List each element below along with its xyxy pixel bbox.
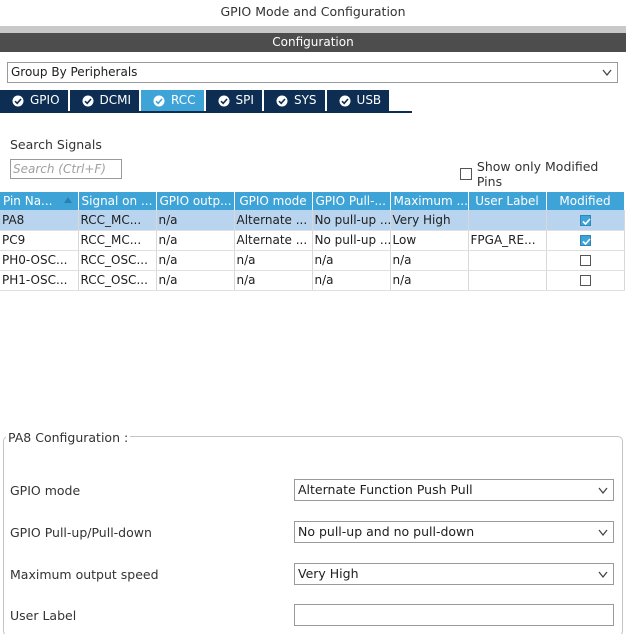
chevron-down-icon (598, 487, 608, 495)
cell-signal: RCC_OSC... (78, 270, 157, 291)
tab-rcc[interactable]: RCC (141, 90, 204, 111)
tab-label: RCC (171, 93, 196, 107)
tab-usb[interactable]: USB (326, 90, 390, 111)
max-speed-value: Very High (298, 566, 359, 581)
max-speed-select[interactable]: Very High (294, 563, 614, 585)
cell-pin-name: PH1-OSC... (0, 270, 79, 291)
cell-gpio-pull: n/a (312, 270, 391, 291)
gpio-pull-label: GPIO Pull-up/Pull-down (10, 525, 152, 540)
cell-signal: RCC_OSC... (78, 250, 157, 271)
title-divider (0, 26, 626, 33)
gpio-pull-select[interactable]: No pull-up and no pull-down (294, 521, 614, 543)
sort-ascending-icon (63, 197, 72, 203)
tab-sys[interactable]: SYS (263, 90, 325, 111)
cell-modified (546, 230, 625, 251)
cell-user-label (468, 210, 547, 231)
cell-modified (546, 270, 625, 291)
checkmark-icon (581, 238, 591, 246)
group-by-select[interactable]: Group By Peripherals (7, 62, 618, 83)
gpio-pull-value: No pull-up and no pull-down (298, 524, 475, 539)
check-circle-icon (276, 95, 288, 106)
tab-label: GPIO (30, 93, 60, 107)
tab-label: SYS (293, 93, 317, 107)
user-label-input[interactable] (294, 604, 614, 626)
cell-gpio-mode: n/a (234, 250, 313, 271)
cell-max-speed: n/a (390, 250, 469, 271)
pin-configuration-title: PA8 Configuration : (6, 430, 131, 445)
search-input[interactable] (10, 159, 122, 179)
tab-gpio[interactable]: GPIO (0, 90, 68, 111)
cell-pin-name: PC9 (0, 230, 79, 251)
tab-label: DCMI (99, 93, 132, 107)
gpio-mode-select[interactable]: Alternate Function Push Pull (294, 479, 614, 501)
chevron-down-icon (598, 529, 608, 537)
check-circle-icon (218, 95, 230, 106)
user-label-label: User Label (10, 608, 77, 623)
cell-gpio-mode: Alternate ... (234, 230, 313, 251)
peripheral-tabs: GPIO DCMI RCC SPI SYS USB (0, 90, 391, 111)
cell-gpio-output: n/a (156, 250, 235, 271)
cell-max-speed: Low (390, 230, 469, 251)
modified-checkbox[interactable] (579, 275, 591, 286)
column-header-gpio-output[interactable]: GPIO outp... (156, 192, 235, 210)
max-speed-label: Maximum output speed (10, 567, 159, 582)
cell-gpio-mode: Alternate ... (234, 210, 313, 231)
cell-gpio-pull: No pull-up ... (312, 230, 391, 251)
cell-user-label: FPGA_RE... (468, 230, 547, 251)
column-header-modified[interactable]: Modified (546, 192, 625, 210)
cell-pin-name: PH0-OSC... (0, 250, 79, 271)
table-row[interactable]: PC9 RCC_MC... n/a Alternate ... No pull-… (0, 230, 625, 251)
show-modified-checkbox[interactable] (460, 168, 472, 180)
chevron-down-icon (602, 69, 612, 77)
cell-modified (546, 210, 625, 231)
tab-label: USB (356, 93, 382, 107)
cell-gpio-pull: No pull-up ... (312, 210, 391, 231)
cell-user-label (468, 270, 547, 291)
table-header-row: Pin Na... Signal on ... GPIO outp... GPI… (0, 192, 625, 210)
column-header-max-speed[interactable]: Maximum ... (390, 192, 469, 210)
search-signals-label: Search Signals (10, 137, 102, 152)
cell-max-speed: n/a (390, 270, 469, 291)
gpio-mode-label: GPIO mode (10, 483, 81, 498)
gpio-mode-value: Alternate Function Push Pull (298, 482, 473, 497)
check-circle-icon (82, 95, 94, 106)
tab-label: SPI (235, 93, 254, 107)
column-header-signal[interactable]: Signal on ... (78, 192, 157, 210)
tab-underline (0, 111, 412, 113)
cell-gpio-output: n/a (156, 270, 235, 291)
show-modified-label: Show only Modified Pins (476, 159, 599, 189)
cell-gpio-output: n/a (156, 210, 235, 231)
cell-pin-name: PA8 (0, 210, 79, 231)
cell-gpio-output: n/a (156, 230, 235, 251)
cell-signal: RCC_MC... (78, 210, 157, 231)
group-by-value: Group By Peripherals (11, 65, 138, 79)
signals-table: Pin Na... Signal on ... GPIO outp... GPI… (0, 192, 625, 291)
modified-checkbox[interactable] (579, 255, 591, 266)
table-row[interactable]: PH1-OSC... RCC_OSC... n/a n/a n/a n/a (0, 270, 625, 291)
cell-user-label (468, 250, 547, 271)
cell-gpio-pull: n/a (312, 250, 391, 271)
tab-dcmi[interactable]: DCMI (69, 90, 140, 111)
check-circle-icon (153, 95, 165, 106)
column-header-gpio-pull[interactable]: GPIO Pull-... (312, 192, 391, 210)
column-header-user-label[interactable]: User Label (468, 192, 547, 210)
check-circle-icon (12, 95, 24, 106)
chevron-down-icon (598, 571, 608, 579)
show-modified-toggle[interactable]: Show only Modified Pins (460, 159, 626, 189)
column-header-pin-name[interactable]: Pin Na... (0, 192, 79, 210)
check-circle-icon (339, 95, 351, 106)
cell-signal: RCC_MC... (78, 230, 157, 251)
cell-modified (546, 250, 625, 271)
cell-gpio-mode: n/a (234, 270, 313, 291)
configuration-header: Configuration (0, 33, 626, 52)
tab-spi[interactable]: SPI (205, 90, 262, 111)
table-row[interactable]: PA8 RCC_MC... n/a Alternate ... No pull-… (0, 210, 625, 231)
modified-checkbox[interactable] (579, 214, 591, 226)
modified-checkbox[interactable] (579, 235, 591, 246)
column-header-gpio-mode[interactable]: GPIO mode (234, 192, 313, 210)
table-row[interactable]: PH0-OSC... RCC_OSC... n/a n/a n/a n/a (0, 250, 625, 271)
cell-max-speed: Very High (390, 210, 469, 231)
window-title: GPIO Mode and Configuration (0, 0, 626, 26)
checkmark-icon (581, 218, 591, 225)
